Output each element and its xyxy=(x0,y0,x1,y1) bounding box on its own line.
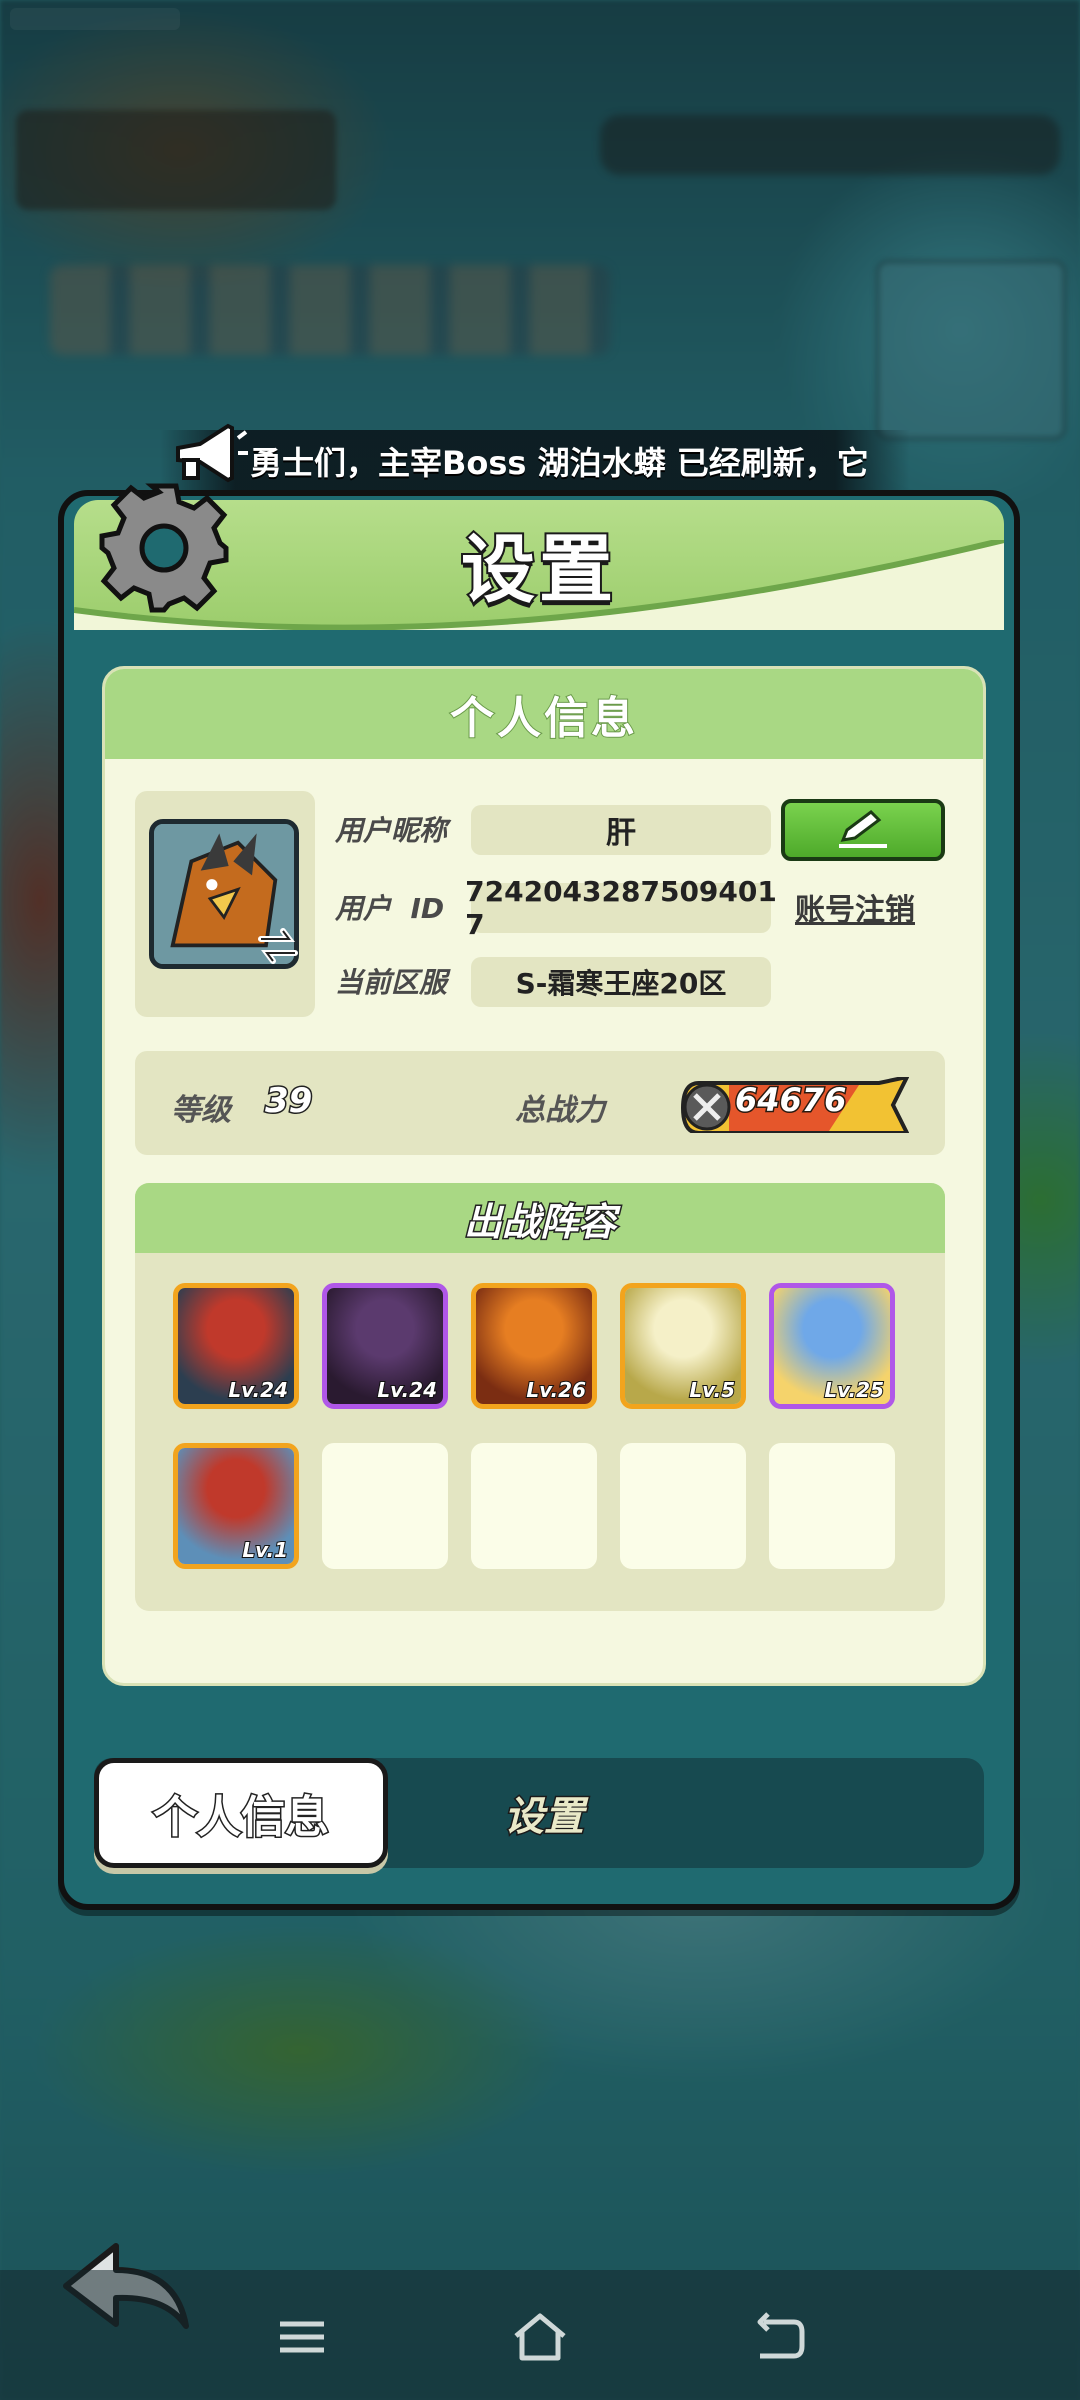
hero-slot[interactable]: Lv.25 xyxy=(769,1283,895,1409)
hero-level: Lv.1 xyxy=(241,1537,289,1563)
hero-slot[interactable]: Lv.24 xyxy=(322,1283,448,1409)
hero-level: Lv.5 xyxy=(688,1377,736,1403)
hero-slot[interactable]: Lv.1 xyxy=(173,1443,299,1569)
tab-settings[interactable]: 设置 xyxy=(414,1758,674,1868)
deregister-account-link[interactable]: 账号注销 xyxy=(795,885,915,929)
megaphone-icon xyxy=(176,423,248,483)
empty-hero-slot[interactable] xyxy=(769,1443,895,1569)
pencil-icon xyxy=(839,810,887,848)
settings-panel: 设置 个人信息 xyxy=(58,483,1020,1910)
personal-info-title: 个人信息 xyxy=(449,692,638,745)
menu-icon[interactable] xyxy=(272,2310,332,2364)
server-label: 当前区服 xyxy=(335,966,448,999)
back-nav-icon[interactable] xyxy=(750,2310,810,2364)
user-id-label: 用户 ID xyxy=(335,892,445,925)
bottom-tabs: 个人信息 设置 xyxy=(94,1758,984,1868)
gear-icon xyxy=(99,483,229,613)
level-value: 39 xyxy=(263,1080,313,1123)
hero-level: Lv.24 xyxy=(376,1377,438,1403)
tab-settings-label: 设置 xyxy=(503,1793,586,1842)
announcement-marquee: 勇士们，主宰Boss 湖泊水蟒 已经刷新，它 xyxy=(160,430,910,492)
battle-lineup: 出战阵容 Lv.24 Lv.24 Lv.26 Lv.5 Lv.25 Lv.1 xyxy=(135,1183,945,1611)
user-id-value: 7242043287509401​7 xyxy=(465,875,777,941)
empty-hero-slot[interactable] xyxy=(620,1443,746,1569)
personal-info-header: 个人信息 xyxy=(105,669,983,759)
hero-slot[interactable]: Lv.26 xyxy=(471,1283,597,1409)
hero-level: Lv.25 xyxy=(823,1377,885,1403)
hero-grid: Lv.24 Lv.24 Lv.26 Lv.5 Lv.25 Lv.1 xyxy=(173,1283,913,1569)
empty-hero-slot[interactable] xyxy=(322,1443,448,1569)
lineup-header: 出战阵容 xyxy=(135,1183,945,1253)
avatar-box xyxy=(135,791,315,1017)
swap-avatar-icon[interactable] xyxy=(253,921,303,971)
nickname-value: 肝 xyxy=(471,805,771,855)
tab-personal-info[interactable]: 个人信息 xyxy=(94,1758,388,1868)
power-value: 64676 xyxy=(733,1080,847,1121)
hero-level: Lv.26 xyxy=(525,1377,587,1403)
edit-nickname-button[interactable] xyxy=(781,799,945,861)
lineup-title: 出战阵容 xyxy=(462,1198,617,1245)
tab-personal-info-label: 个人信息 xyxy=(152,1791,331,1845)
stats-row: 等级 39 总战力 64676 xyxy=(135,1051,945,1155)
power-label: 总战力 xyxy=(515,1093,605,1128)
server-value: S-霜寒王座20区 xyxy=(471,957,771,1007)
empty-hero-slot[interactable] xyxy=(471,1443,597,1569)
personal-info-card: 个人信息 用户昵称 肝 xyxy=(102,666,986,1686)
level-label: 等级 xyxy=(171,1093,231,1128)
hero-slot[interactable]: Lv.24 xyxy=(173,1283,299,1409)
hero-level: Lv.24 xyxy=(227,1377,289,1403)
hero-slot[interactable]: Lv.5 xyxy=(620,1283,746,1409)
announcement-text: 勇士们，主宰Boss 湖泊水蟒 已经刷新，它 xyxy=(250,444,869,482)
nickname-label: 用户昵称 xyxy=(335,814,448,847)
home-icon[interactable] xyxy=(510,2310,570,2364)
